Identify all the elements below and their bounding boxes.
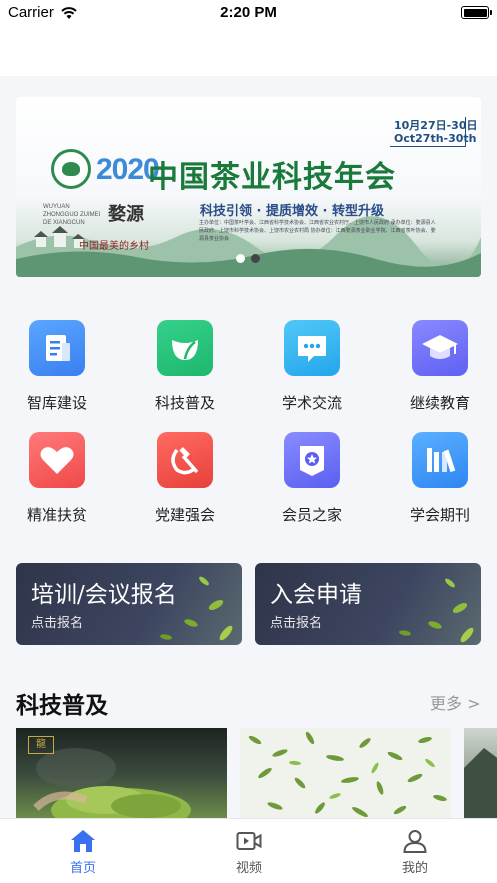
carousel-dot-1[interactable] <box>236 254 245 263</box>
membership-application-card[interactable]: 入会申请 点击报名 <box>255 563 481 645</box>
grid-label: 智库建设 <box>26 394 87 412</box>
grid-label: 继续教育 <box>409 394 470 412</box>
banner-calligraphy: 婺源 <box>108 204 144 225</box>
status-bar: Carrier 2:20 PM <box>0 0 497 28</box>
cta-subtitle: 点击报名 <box>31 616 84 631</box>
banner-date: 10月27日-30日 Oct27th-30th <box>394 119 478 145</box>
video-icon <box>236 832 262 850</box>
chat-icon <box>284 320 340 376</box>
cta-subtitle: 点击报名 <box>270 616 323 631</box>
grid-label: 学会期刊 <box>409 506 470 524</box>
grid-item-think-tank[interactable]: 智库建设 <box>7 312 107 412</box>
user-icon <box>403 830 427 853</box>
grid-item-science-popularization[interactable]: 科技普及 <box>135 312 235 412</box>
tab-profile[interactable]: 我的 <box>332 819 497 883</box>
banner-slogan: 科技引领 · 提质增效 · 转型升级 <box>200 204 384 219</box>
article-thumbnail[interactable] <box>240 728 451 820</box>
grid-label: 党建强会 <box>154 506 215 524</box>
article-thumbnail[interactable] <box>464 728 497 820</box>
banner-date-cn: 10月27日-30日 <box>394 119 478 132</box>
carousel-indicator[interactable] <box>236 254 266 264</box>
ctss-logo <box>51 149 91 189</box>
banner-village-text: 中国最美的乡村 <box>79 241 149 252</box>
training-registration-card[interactable]: 培训/会议报名 点击报名 <box>16 563 242 645</box>
brand-logo: 龍 <box>28 736 54 754</box>
section-more-link[interactable]: 更多 > <box>430 690 481 714</box>
section-title: 科技普及 <box>16 693 108 719</box>
header-bar <box>0 28 497 76</box>
feature-grid: 智库建设 科技普及 学术交流 继续教育 精准扶贫 党建强会 会员之家 学会期刊 <box>0 312 497 537</box>
banner-date-en: Oct27th-30th <box>394 132 477 145</box>
tab-home[interactable]: 首页 <box>0 819 166 883</box>
leaf-icon <box>157 320 213 376</box>
grid-label: 学术交流 <box>281 394 342 412</box>
carousel-dot-2[interactable] <box>251 254 260 263</box>
grid-item-member-home[interactable]: 会员之家 <box>262 424 362 524</box>
mountain-photo <box>464 748 497 820</box>
tab-label: 视频 <box>235 861 262 876</box>
document-icon <box>29 320 85 376</box>
bottom-tab-bar: 首页 视频 我的 <box>0 818 497 883</box>
tab-label: 首页 <box>69 861 96 876</box>
tab-label: 我的 <box>401 861 428 876</box>
books-icon <box>412 432 468 488</box>
cta-title: 入会申请 <box>270 582 362 608</box>
status-time: 2:20 PM <box>220 4 277 21</box>
banner-organizers: 主办单位：中国茶叶学会、江西省科学技术协会、江西省农业农村厅、上饶市人民政府 承… <box>199 220 436 242</box>
home-icon <box>71 830 95 852</box>
grid-label: 科技普及 <box>154 394 215 412</box>
cta-title: 培训/会议报名 <box>31 582 177 608</box>
banner-carousel[interactable]: 2020 中国茶业科技年会 10月27日-30日 Oct27th-30th 科技… <box>16 97 481 277</box>
grid-item-journals[interactable]: 学会期刊 <box>390 424 490 524</box>
grid-label: 会员之家 <box>281 506 342 524</box>
grid-item-party-building[interactable]: 党建强会 <box>135 424 235 524</box>
banner-pinyin: WUYUAN ZHONGGUO ZUIMEI DE XIANGCUN <box>43 204 101 226</box>
tea-leaves-photo <box>248 731 447 817</box>
member-badge-icon <box>284 432 340 488</box>
banner-title: 中国茶业科技年会 <box>148 160 396 195</box>
tab-video[interactable]: 视频 <box>166 819 332 883</box>
hammer-sickle-icon <box>157 432 213 488</box>
grid-item-poverty-alleviation[interactable]: 精准扶贫 <box>7 424 107 524</box>
battery-icon <box>461 6 492 19</box>
article-thumbnail[interactable]: 龍 <box>16 728 227 820</box>
grid-label: 精准扶贫 <box>26 506 87 524</box>
heart-icon <box>29 432 85 488</box>
graduation-cap-icon <box>412 320 468 376</box>
grid-item-continuing-education[interactable]: 继续教育 <box>390 312 490 412</box>
grid-item-academic-exchange[interactable]: 学术交流 <box>262 312 362 412</box>
